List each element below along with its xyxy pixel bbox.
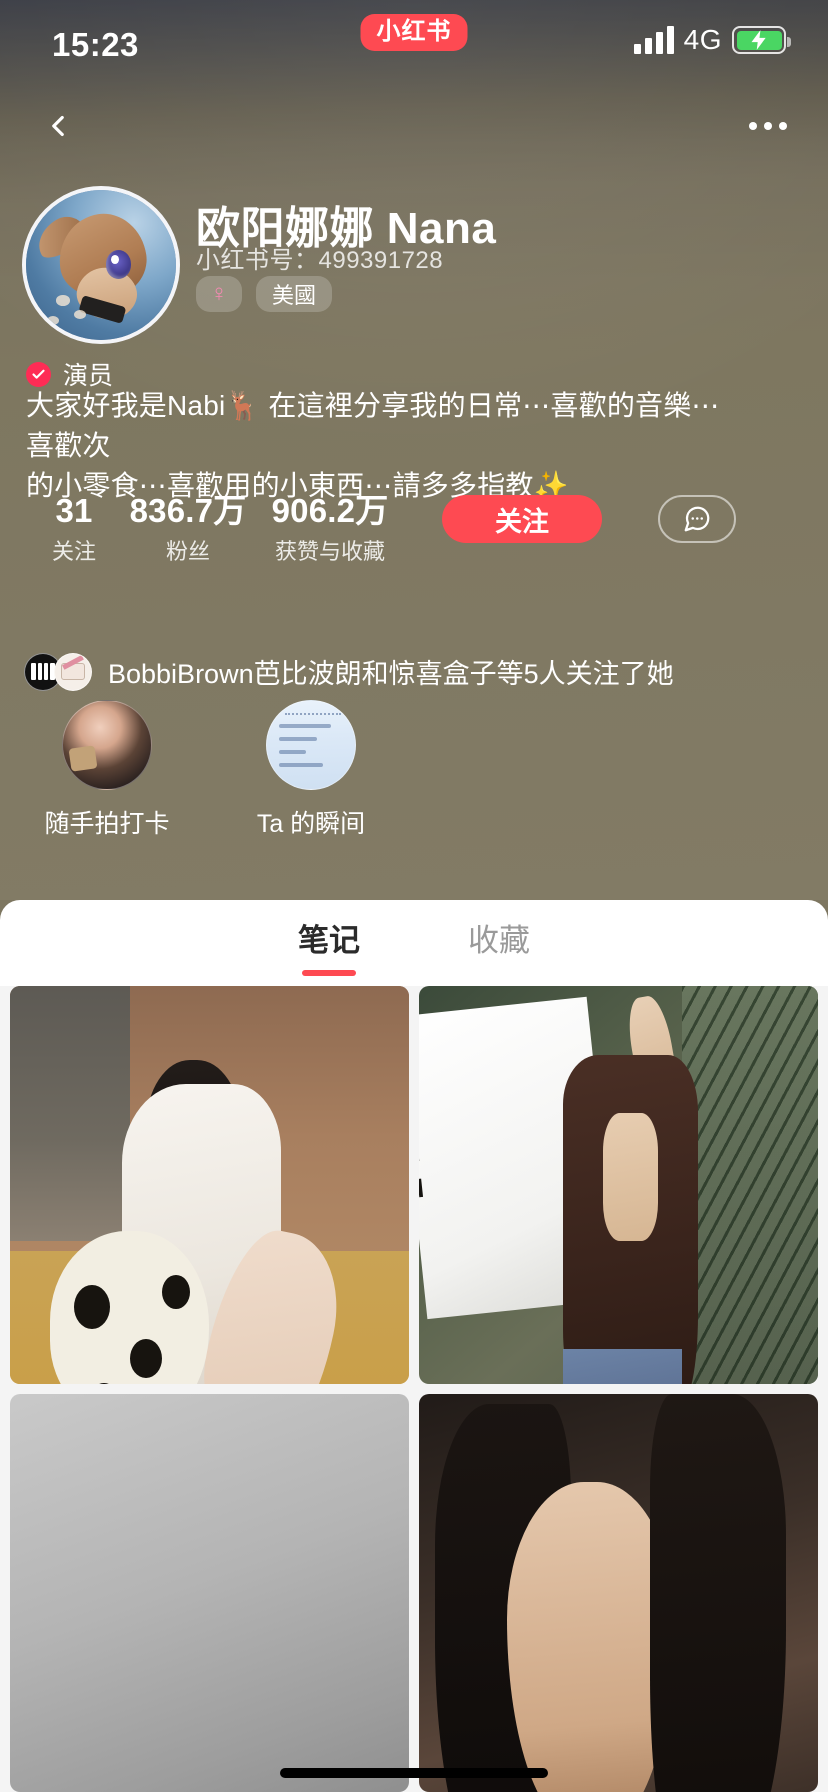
cover-text-gentle: GENTLE	[419, 1051, 431, 1205]
avatar[interactable]	[22, 186, 180, 344]
xiaohongshu-profile-screen: 15:23 小红书 4G 欧阳娜娜 Nana 小红书号：499391728 ♀ …	[0, 0, 828, 1792]
note-card[interactable]: Nabi 可爱物件分享🐼 欧阳娜娜 Nana 5602	[10, 986, 409, 1384]
tab-bar: 笔记 收藏	[0, 900, 828, 978]
app-logo-badge: 小红书	[360, 14, 468, 51]
note-card[interactable]	[10, 1394, 409, 1792]
note-grid: Nabi 可爱物件分享🐼 欧阳娜娜 Nana 5602	[0, 986, 828, 1792]
stat-label: 关注	[51, 539, 96, 565]
status-time: 15:23	[52, 26, 139, 63]
note-card[interactable]: GENTLE Nabi 周末穿搭分享🤎 欧阳娜娜 Nana 1.1	[419, 986, 818, 1384]
note-cover-grey-photo	[10, 1394, 409, 1792]
chat-bubble-icon	[684, 506, 710, 532]
stat-followers[interactable]: 836.7万 粉丝	[122, 492, 254, 566]
album-row: 随手拍打卡 Ta 的瞬间	[24, 700, 394, 840]
stat-label: 获赞与收藏	[274, 539, 385, 565]
note-cover-panda-photo	[10, 986, 409, 1384]
home-indicator[interactable]	[280, 1768, 548, 1778]
chevron-left-icon	[52, 115, 64, 137]
stats-row: 31 关注 836.7万 粉丝 906.2万 获赞与收藏	[26, 492, 406, 566]
stat-label: 粉丝	[165, 539, 210, 565]
note-card[interactable]	[419, 1394, 818, 1792]
album-item-moments[interactable]: Ta 的瞬间	[228, 700, 394, 840]
content-sheet: 笔记 收藏 Nabi 可爱物件分享🐼	[0, 900, 828, 1792]
stat-following[interactable]: 31 关注	[26, 492, 122, 566]
album-item-snapshots[interactable]: 随手拍打卡	[24, 700, 190, 840]
bio-text[interactable]: 大家好我是Nabi🦌 在這裡分享我的日常⋯喜歡的音樂⋯喜歡次 的小零食⋯喜歡用的…	[26, 386, 726, 505]
followed-by-row[interactable]: BobbiBrown芭比波朗和惊喜盒子等5人关注了她	[24, 652, 674, 691]
stat-value: 31	[55, 492, 93, 529]
more-horizontal-icon	[779, 122, 787, 130]
tab-collections[interactable]: 收藏	[468, 915, 530, 964]
stat-value: 906.2万	[271, 492, 389, 529]
status-right-cluster: 4G	[633, 24, 791, 56]
status-bar: 15:23 小红书 4G	[0, 0, 828, 88]
signal-bars-icon	[633, 26, 674, 54]
nav-bar	[0, 92, 828, 162]
location-badge: 美國	[256, 276, 333, 312]
more-horizontal-icon	[764, 122, 772, 130]
gender-badge: ♀	[196, 276, 242, 312]
followed-by-avatars	[24, 652, 96, 691]
more-horizontal-icon	[749, 122, 757, 130]
album-label: 随手拍打卡	[44, 810, 170, 838]
note-cover-portrait-photo	[419, 1394, 818, 1792]
female-icon: ♀	[210, 280, 228, 307]
more-options-button[interactable]	[738, 98, 798, 154]
note-cover-gentle-photo: GENTLE	[419, 986, 818, 1384]
back-button[interactable]	[30, 98, 86, 154]
stat-likes-collections[interactable]: 906.2万 获赞与收藏	[254, 492, 406, 566]
user-id-label: 小红书号：499391728	[196, 247, 444, 274]
message-button[interactable]	[658, 495, 736, 543]
album-portrait-thumb	[62, 700, 152, 790]
stat-value: 836.7万	[129, 492, 247, 529]
battery-charging-icon	[732, 26, 791, 54]
bio-line-1: 大家好我是Nabi🦌 在這裡分享我的日常⋯喜歡的音樂⋯喜歡次	[26, 390, 720, 461]
follow-button[interactable]: 关注	[442, 495, 602, 543]
album-note-thumb	[266, 700, 356, 790]
followed-by-text: BobbiBrown芭比波朗和惊喜盒子等5人关注了她	[108, 659, 674, 689]
verified-check-icon	[26, 361, 51, 387]
profile-badges: ♀ 美國	[196, 276, 333, 312]
album-label: Ta 的瞬间	[256, 810, 366, 838]
network-label: 4G	[683, 24, 722, 55]
gift-box-avatar-icon	[54, 652, 92, 691]
tab-notes[interactable]: 笔记	[298, 915, 360, 964]
avatar-deer-image	[26, 190, 176, 340]
